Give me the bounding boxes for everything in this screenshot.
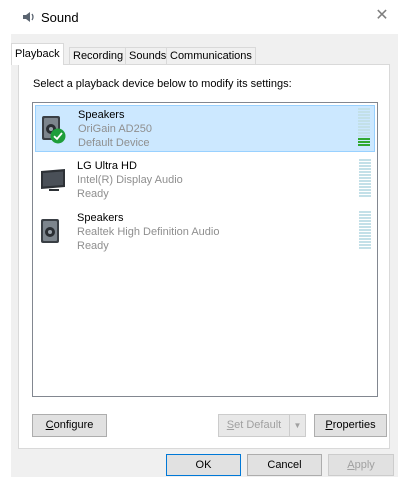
device-detail: OriGain AD250 [78, 123, 152, 135]
meter-segment [358, 117, 370, 119]
chevron-down-icon[interactable]: ▼ [289, 415, 305, 436]
tab-recording[interactable]: Recording [69, 47, 128, 65]
device-status: Default Device [78, 137, 150, 149]
meter-segment [358, 144, 370, 146]
meter-segment [358, 114, 370, 116]
meter-segment [359, 177, 371, 179]
device-name: Speakers [77, 212, 124, 224]
meter-segment [359, 241, 371, 243]
meter-segment [359, 171, 371, 173]
meter-segment [359, 220, 371, 222]
meter-segment [359, 235, 371, 237]
meter-segment [359, 183, 371, 185]
tab-playback[interactable]: Playback [11, 43, 64, 65]
device-item-speakers-origain[interactable]: Speakers OriGain AD250 Default Device [35, 105, 375, 152]
device-list[interactable]: Speakers OriGain AD250 Default Device LG… [32, 102, 378, 397]
properties-button[interactable]: Properties [314, 414, 387, 437]
meter-segment [359, 247, 371, 249]
device-item-speakers-realtek[interactable]: Speakers Realtek High Definition Audio R… [35, 209, 375, 256]
configure-button[interactable]: Configure [32, 414, 107, 437]
device-status: Ready [77, 188, 109, 200]
meter-segment [358, 138, 370, 140]
meter-segment [358, 132, 370, 134]
tab-sounds[interactable]: Sounds [125, 47, 171, 65]
meter-segment [358, 123, 370, 125]
meter-segment [359, 238, 371, 240]
tab-communications[interactable]: Communications [166, 47, 256, 65]
cancel-button[interactable]: Cancel [247, 454, 322, 476]
meter-segment [358, 141, 370, 143]
speaker-icon [23, 12, 34, 22]
set-default-button[interactable]: Set Default ▼ [218, 414, 306, 437]
default-check-icon [50, 128, 66, 144]
title-bar: Sound ✕ [0, 0, 398, 34]
meter-segment [358, 120, 370, 122]
meter-segment [359, 168, 371, 170]
speaker-icon [41, 219, 59, 243]
meter-segment [359, 232, 371, 234]
meter-segment [359, 189, 371, 191]
meter-segment [359, 165, 371, 167]
instruction-text: Select a playback device below to modify… [33, 78, 292, 90]
device-name: LG Ultra HD [77, 160, 137, 172]
window-title: Sound [41, 10, 79, 25]
device-detail: Intel(R) Display Audio [77, 174, 183, 186]
meter-segment [359, 192, 371, 194]
meter-segment [358, 111, 370, 113]
device-detail: Realtek High Definition Audio [77, 226, 220, 238]
meter-segment [358, 126, 370, 128]
volume-meter [359, 211, 371, 251]
meter-segment [359, 180, 371, 182]
volume-meter [359, 159, 371, 199]
meter-segment [359, 195, 371, 197]
playback-panel: Select a playback device below to modify… [18, 64, 390, 449]
meter-segment [359, 174, 371, 176]
meter-segment [358, 135, 370, 137]
meter-segment [358, 129, 370, 131]
volume-meter [358, 108, 370, 148]
meter-segment [358, 108, 370, 110]
meter-segment [359, 226, 371, 228]
meter-segment [359, 186, 371, 188]
device-name: Speakers [78, 109, 125, 121]
meter-segment [359, 211, 371, 213]
meter-segment [359, 223, 371, 225]
meter-segment [359, 159, 371, 161]
device-item-lg-ultra-hd[interactable]: LG Ultra HD Intel(R) Display Audio Ready [35, 157, 375, 204]
monitor-icon [41, 169, 65, 191]
close-button[interactable]: ✕ [372, 6, 392, 26]
meter-segment [359, 214, 371, 216]
apply-button[interactable]: Apply [328, 454, 394, 476]
meter-segment [359, 217, 371, 219]
close-icon: ✕ [375, 7, 389, 24]
ok-button[interactable]: OK [166, 454, 241, 476]
meter-segment [359, 162, 371, 164]
meter-segment [359, 229, 371, 231]
meter-segment [359, 244, 371, 246]
device-status: Ready [77, 240, 109, 252]
